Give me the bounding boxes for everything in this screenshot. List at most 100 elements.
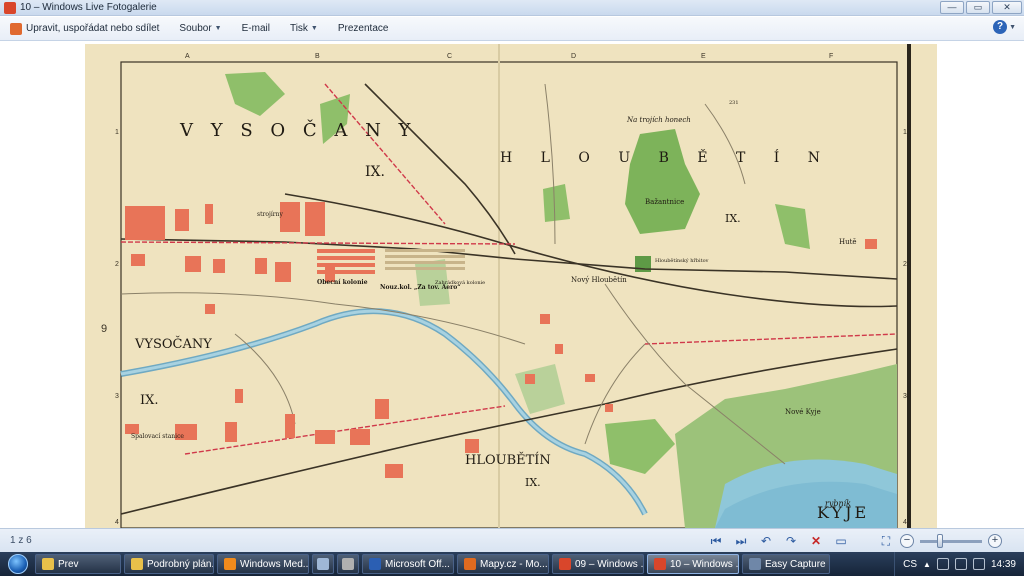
taskbar-item-gallery-10[interactable]: 10 – Windows ... bbox=[647, 554, 739, 574]
taskbar-item-label: Windows Med... bbox=[240, 558, 309, 570]
show-hidden-icons[interactable]: ▲ bbox=[923, 560, 931, 569]
actual-size-button[interactable]: ⛶ bbox=[878, 533, 894, 549]
calculator-icon bbox=[342, 558, 354, 570]
rotate-right-button[interactable]: ↷ bbox=[783, 533, 799, 549]
taskbar-item-document[interactable] bbox=[312, 554, 334, 574]
start-button[interactable] bbox=[4, 552, 32, 576]
grid-row-1: 1 bbox=[115, 129, 119, 136]
zoom-out-button[interactable]: − bbox=[900, 534, 914, 548]
taskbar-item-podrobny-plan[interactable]: Podrobný plán... bbox=[124, 554, 214, 574]
taskbar-item-label: Mapy.cz - Mo... bbox=[480, 558, 548, 570]
taskbar-item-prev[interactable]: Prev bbox=[35, 554, 121, 574]
menu-bar: Upravit, uspořádat nebo sdílet Soubor ▼ … bbox=[0, 17, 1024, 41]
grid-row-2: 2 bbox=[115, 261, 119, 268]
label-strojirny: strojírny bbox=[257, 211, 283, 218]
grid-col-d: D bbox=[571, 53, 576, 60]
map-side-marker: 9 bbox=[101, 323, 107, 335]
map-drawing: A B C D E F 1 2 3 4 1 2 3 4 9 V Y S O Č … bbox=[85, 44, 937, 528]
first-photo-button[interactable]: ⏮ bbox=[708, 533, 724, 549]
taskbar: Prev Podrobný plán... Windows Med... Mic… bbox=[0, 552, 1024, 576]
label-vysocany-top: V Y S O Č A N Y bbox=[179, 118, 416, 141]
label-spalovaci-stanice: Spalovací stanice bbox=[131, 433, 184, 440]
label-hloubetin-low: HLOUBĚTÍN bbox=[465, 452, 551, 468]
map-image[interactable]: A B C D E F 1 2 3 4 1 2 3 4 9 V Y S O Č … bbox=[85, 44, 937, 528]
help-icon: ? bbox=[993, 20, 1008, 34]
document-icon bbox=[317, 558, 329, 570]
folder-icon bbox=[131, 558, 143, 570]
taskbar-item-label: Microsoft Off... bbox=[385, 558, 450, 570]
title-bar: 10 – Windows Live Fotogalerie — ▭ ✕ bbox=[0, 0, 1024, 16]
taskbar-item-mapy-cz[interactable]: Mapy.cz - Mo... bbox=[457, 554, 549, 574]
menu-print[interactable]: Tisk ▼ bbox=[280, 18, 328, 40]
label-na-trojich-honech: Na trojích honech bbox=[626, 116, 691, 124]
taskbar-item-easy-capture[interactable]: Easy Capture ... bbox=[742, 554, 830, 574]
zoom-controls: ⛶ − + bbox=[878, 533, 1002, 549]
next-photo-button[interactable]: ⏭ bbox=[733, 533, 749, 549]
label-obecni-kolonie: Obecní kolonie bbox=[317, 279, 368, 286]
delete-button[interactable]: ✕ bbox=[808, 533, 824, 549]
label-hloubetin-top: H L O U B Ě T Í N bbox=[500, 148, 832, 166]
menu-edit-organize-share[interactable]: Upravit, uspořádat nebo sdílet bbox=[0, 18, 169, 40]
taskbar-item-label: Prev bbox=[58, 558, 79, 570]
taskbar-item-label: 10 – Windows ... bbox=[670, 558, 739, 570]
taskbar-item-label: Easy Capture ... bbox=[765, 558, 830, 570]
grid-row-4-right: 4 bbox=[903, 519, 907, 526]
window-controls: — ▭ ✕ bbox=[940, 1, 1022, 14]
menu-slideshow[interactable]: Prezentace bbox=[328, 18, 399, 40]
chevron-down-icon: ▼ bbox=[310, 25, 318, 32]
firefox-icon bbox=[464, 558, 476, 570]
folder-icon bbox=[42, 558, 54, 570]
grid-row-3: 3 bbox=[115, 393, 119, 400]
grid-row-2-right: 2 bbox=[903, 261, 907, 268]
label-ix-4: IX. bbox=[525, 476, 541, 489]
taskbar-item-windows-media[interactable]: Windows Med... bbox=[217, 554, 309, 574]
label-hute: Hutě bbox=[839, 238, 857, 246]
edit-icon bbox=[10, 22, 22, 35]
label-nove-kyje: Nové Kyje bbox=[785, 408, 821, 416]
menu-email-label: E-mail bbox=[241, 23, 270, 34]
photo-viewer: A B C D E F 1 2 3 4 1 2 3 4 9 V Y S O Č … bbox=[0, 42, 1024, 528]
grid-row-1-right: 1 bbox=[903, 129, 907, 136]
grid-col-c: C bbox=[447, 53, 452, 60]
system-tray: CS ▲ 14:39 bbox=[894, 552, 1024, 576]
taskbar-item-microsoft-office[interactable]: Microsoft Off... bbox=[362, 554, 454, 574]
minimize-button[interactable]: — bbox=[940, 1, 964, 14]
chevron-down-icon: ▼ bbox=[1009, 23, 1016, 31]
maximize-button[interactable]: ▭ bbox=[966, 1, 990, 14]
rotate-left-button[interactable]: ↶ bbox=[758, 533, 774, 549]
menu-file[interactable]: Soubor ▼ bbox=[169, 18, 231, 40]
grid-col-e: E bbox=[701, 53, 706, 60]
label-rybnik: rybník bbox=[825, 499, 851, 508]
volume-icon[interactable] bbox=[972, 558, 985, 570]
menu-slideshow-label: Prezentace bbox=[337, 23, 389, 34]
grid-col-a: A bbox=[185, 53, 190, 60]
taskbar-item-label: Podrobný plán... bbox=[147, 558, 214, 570]
slideshow-button[interactable]: ▭ bbox=[833, 533, 849, 549]
zoom-in-button[interactable]: + bbox=[988, 534, 1002, 548]
zoom-slider[interactable] bbox=[920, 533, 982, 548]
close-button[interactable]: ✕ bbox=[992, 1, 1022, 14]
label-hloubetinsky-hrbitov: Hloubětínský hřbitov bbox=[655, 257, 709, 264]
zoom-slider-thumb[interactable] bbox=[937, 533, 943, 548]
taskbar-item-gallery-09[interactable]: 09 – Windows ... bbox=[552, 554, 644, 574]
taskbar-item-tool[interactable] bbox=[337, 554, 359, 574]
help-button[interactable]: ? ▼ bbox=[993, 20, 1016, 34]
menu-file-label: Soubor bbox=[179, 23, 212, 34]
photo-gallery-icon bbox=[654, 558, 666, 570]
label-zahradkova-kolonie: Zahrádková kolonie bbox=[435, 279, 485, 286]
menu-email[interactable]: E-mail bbox=[232, 18, 280, 40]
power-icon[interactable] bbox=[954, 558, 967, 570]
label-ix-3: IX. bbox=[140, 393, 159, 408]
label-ix-2: IX. bbox=[725, 212, 741, 225]
grid-row-3-right: 3 bbox=[903, 393, 907, 400]
grid-col-b: B bbox=[315, 53, 320, 60]
status-bar: 1 z 6 ⏮ ⏭ ↶ ↷ ✕ ▭ ⛶ − + bbox=[0, 528, 1024, 552]
label-novy-hloubetin: Nový Hloubětín bbox=[571, 276, 627, 284]
menu-edit-label: Upravit, uspořádat nebo sdílet bbox=[26, 23, 160, 34]
clock[interactable]: 14:39 bbox=[991, 559, 1016, 570]
language-indicator[interactable]: CS bbox=[903, 559, 917, 570]
label-vysocany-mid: VYSOČANY bbox=[134, 335, 212, 352]
camera-icon bbox=[749, 558, 761, 570]
network-icon[interactable] bbox=[936, 558, 949, 570]
windows-logo-icon bbox=[8, 554, 28, 574]
